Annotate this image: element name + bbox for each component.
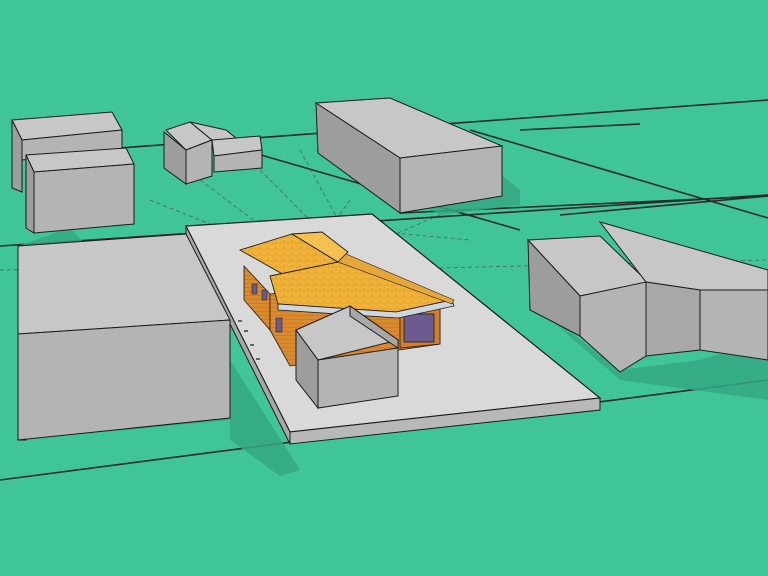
building-back-left-2 bbox=[25, 147, 135, 234]
3d-site-model-view[interactable] bbox=[0, 0, 768, 576]
garage-door bbox=[403, 313, 435, 343]
house-window bbox=[275, 317, 283, 333]
house-window bbox=[251, 283, 258, 295]
house-window bbox=[261, 289, 268, 301]
building-front-left bbox=[17, 233, 231, 441]
